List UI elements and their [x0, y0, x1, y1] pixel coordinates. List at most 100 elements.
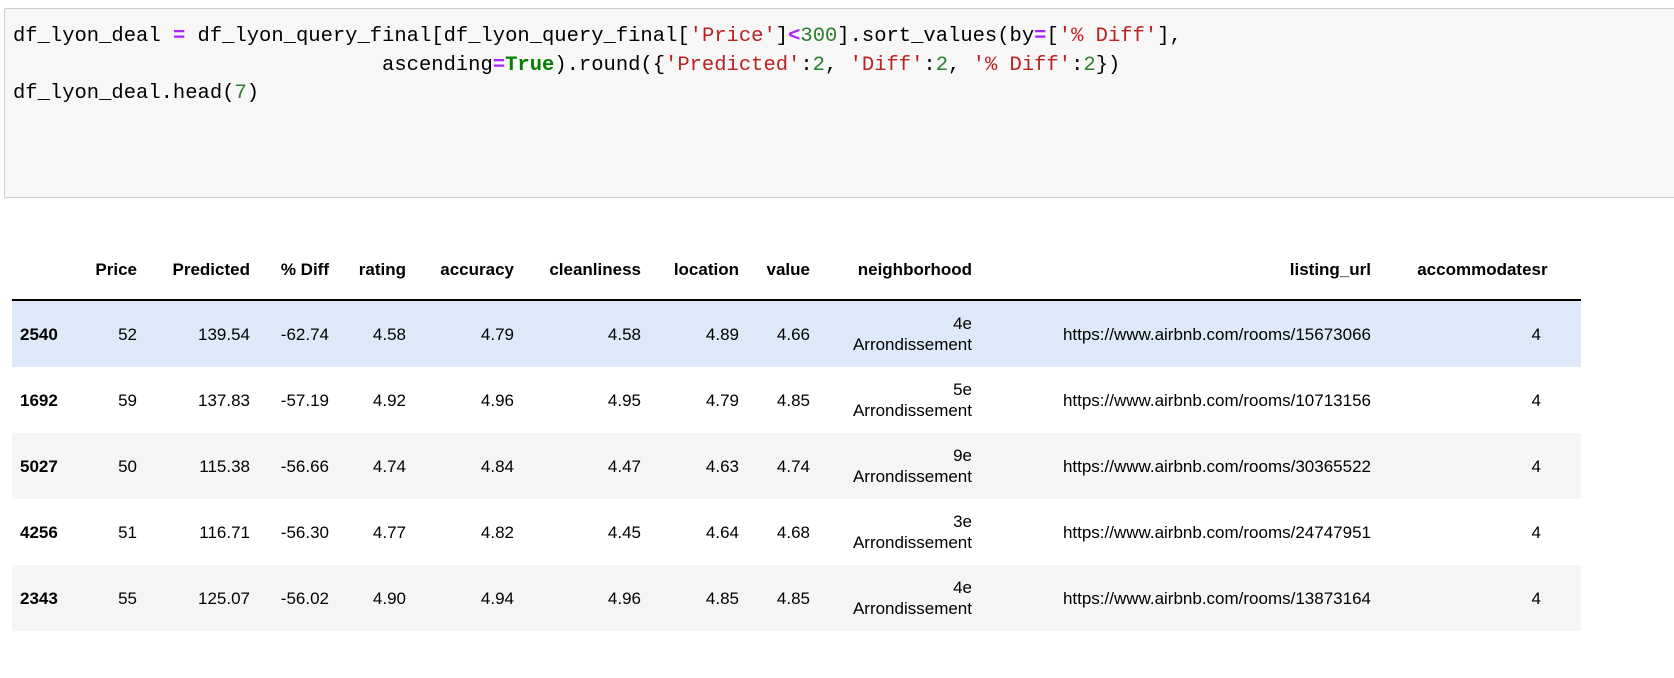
table-cell: 4	[1531, 456, 1541, 476]
table-cell: 4.74	[372, 456, 406, 476]
code-token: 2	[1083, 53, 1096, 77]
code-token: })	[1095, 53, 1121, 77]
column-header: value	[739, 240, 810, 301]
code-cell[interactable]: df_lyon_deal = df_lyon_query_final[df_ly…	[4, 8, 1674, 198]
code-token: :	[923, 53, 936, 77]
column-header: Predicted	[137, 240, 250, 301]
table-cell: 139.54	[198, 324, 250, 344]
table-cell: https://www.airbnb.com/rooms/10713156	[1062, 390, 1371, 410]
code-token: :	[800, 53, 813, 77]
column-header: % Diff	[250, 240, 329, 301]
table-cell: 51	[118, 522, 137, 542]
table-cell: 55	[118, 588, 137, 608]
table-cell: 4.95	[607, 390, 641, 410]
code-token: <	[788, 25, 801, 48]
table-cell: https://www.airbnb.com/rooms/30365522	[1062, 456, 1371, 476]
table-cell: 3e Arrondissement	[852, 512, 972, 552]
code-token: True	[505, 53, 555, 77]
code-token: ascending	[13, 53, 493, 77]
table-cell: 4e Arrondissement	[852, 314, 972, 354]
table-cell: 4.90	[372, 588, 406, 608]
table-row: 4256 51 116.71 -56.30 4.77 4.82 4.45 4.64 4.68 3e…	[12, 499, 1581, 565]
code-token: df_lyon_query_final[df_lyon_query_final[	[185, 25, 690, 48]
table-cell: 5e Arrondissement	[852, 380, 972, 420]
table-cell: -56.66	[280, 456, 329, 476]
table-cell: -56.30	[280, 522, 329, 542]
table-cell: https://www.airbnb.com/rooms/24747951	[1062, 522, 1371, 542]
table-cell: 4.79	[705, 390, 739, 410]
table-cell: 59	[118, 390, 137, 410]
code-token: 7	[234, 82, 247, 105]
table-cell: 4.63	[705, 456, 739, 476]
table-cell: 4	[1531, 588, 1541, 608]
table-cell: 4	[1531, 522, 1541, 542]
table-cell: 4.82	[480, 522, 514, 542]
table-cell: 9e Arrondissement	[852, 446, 972, 486]
table-cell: 4.92	[372, 390, 406, 410]
code-token: '% Diff'	[1058, 25, 1158, 48]
column-header: accuracy	[406, 240, 514, 301]
code-token: df_lyon_deal.head(	[13, 82, 235, 105]
table-cell: 4.74	[776, 456, 810, 476]
table-cell: 116.71	[199, 522, 250, 542]
column-header: location	[641, 240, 739, 301]
table-cell: 4.85	[705, 588, 739, 608]
table-cell: 4.58	[607, 324, 641, 344]
row-index: 5027	[20, 456, 58, 476]
table-cell: 4.45	[607, 522, 641, 542]
table-cell: 115.38	[199, 456, 250, 476]
code-token: ],	[1157, 25, 1182, 48]
table-cell: 4.47	[607, 456, 641, 476]
table-cell: 4.79	[480, 324, 514, 344]
table-cell: 4.66	[776, 324, 810, 344]
code-token: 2	[935, 53, 949, 77]
table-cell	[1541, 499, 1581, 565]
code-token: 'Price'	[689, 25, 776, 48]
table-cell: -57.19	[280, 390, 329, 410]
column-header: neighborhood	[810, 240, 972, 301]
row-index: 1692	[20, 390, 58, 410]
table-cell: 4.89	[705, 324, 739, 344]
code-token: ]	[775, 25, 789, 48]
table-row: 2343 55 125.07 -56.02 4.90 4.94 4.96 4.85 4.85 4e…	[12, 565, 1581, 631]
table-cell: 4.77	[372, 522, 406, 542]
code-token: =	[172, 25, 186, 48]
column-header: cleanliness	[514, 240, 641, 301]
code-token: df_lyon_deal	[13, 25, 173, 48]
code-token: 300	[800, 25, 838, 48]
code-token: )	[246, 82, 260, 105]
table-cell: https://www.airbnb.com/rooms/13873164	[1062, 588, 1371, 608]
table-cell: 125.07	[198, 588, 250, 608]
table-cell: 4.85	[776, 588, 810, 608]
code-token: 'Predicted'	[665, 53, 801, 77]
row-index: 2343	[20, 588, 58, 608]
code-token: :	[1071, 53, 1084, 77]
table-cell: 4e Arrondissement	[852, 578, 972, 618]
code-token: 2	[812, 53, 825, 77]
code-editor[interactable]: df_lyon_deal = df_lyon_query_final[df_ly…	[13, 23, 1182, 109]
table-cell	[1541, 367, 1581, 433]
table-cell: 4.85	[776, 390, 810, 410]
column-header: Price	[75, 240, 137, 301]
table-cell: 52	[118, 324, 137, 344]
code-token: =	[492, 53, 506, 77]
table-row: 2540 52 139.54 -62.74 4.58 4.79 4.58 4.89 4.66 4e…	[12, 300, 1581, 367]
code-token: ,	[824, 53, 850, 77]
table-cell: 4.96	[607, 588, 641, 608]
column-header: rating	[329, 240, 406, 301]
table-cell: 137.83	[198, 390, 250, 410]
column-header	[12, 240, 75, 301]
table-row: 1692 59 137.83 -57.19 4.92 4.96 4.95 4.79 4.85 5e…	[12, 367, 1581, 433]
table-cell: 4.58	[372, 324, 406, 344]
table-cell	[1541, 300, 1581, 367]
table-cell: 4.64	[705, 522, 739, 542]
table-cell: 50	[118, 456, 137, 476]
table-cell: https://www.airbnb.com/rooms/15673066	[1062, 324, 1371, 344]
table-cell: 4.96	[480, 390, 514, 410]
table-cell: 4	[1531, 390, 1541, 410]
code-token: 'Diff'	[849, 53, 924, 77]
column-header: listing_url	[972, 240, 1371, 301]
code-token: [	[1046, 25, 1059, 48]
row-index: 4256	[20, 522, 58, 542]
table-header-row: Price Predicted% Diff rating accuracy cleanl…	[12, 240, 1581, 301]
